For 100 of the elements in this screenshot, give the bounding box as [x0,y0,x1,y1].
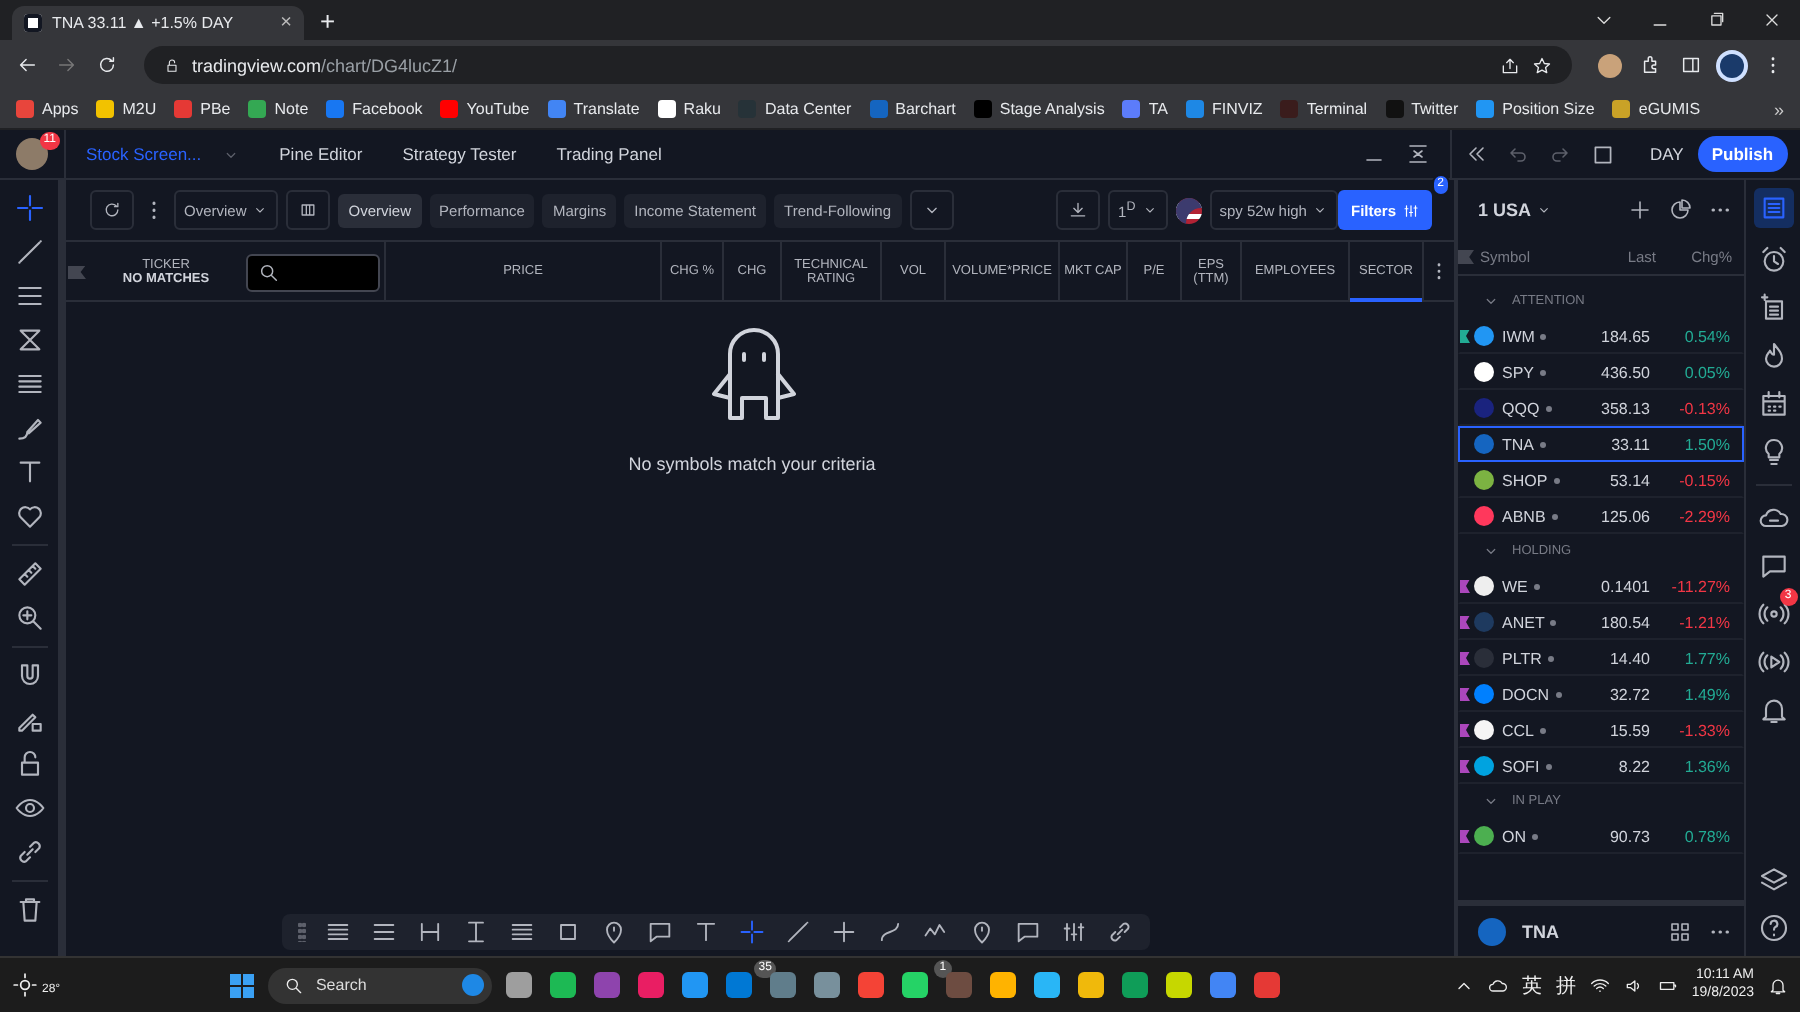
bookmark-link[interactable]: Translate [547,100,640,118]
weather-icon[interactable] [12,972,38,998]
bookmark-link[interactable]: FINVIZ [1185,100,1263,118]
speaker-icon[interactable] [1623,975,1644,995]
play-stream-icon[interactable] [1757,646,1789,678]
bookmark-link[interactable]: YouTube [440,100,530,118]
ruler-icon[interactable] [13,558,45,590]
bell-icon[interactable] [1757,694,1789,726]
crosshair-icon[interactable] [13,192,45,224]
more-bookmarks-button[interactable]: » [1773,99,1784,119]
watchlist-name-dropdown[interactable]: 1 USA [1478,200,1532,220]
app-icon[interactable] [901,972,928,998]
refresh-icon[interactable] [90,190,134,230]
bookmark-link[interactable]: Stage Analysis [973,100,1105,118]
app-icon[interactable] [1033,972,1060,998]
columns-icon[interactable] [286,190,331,230]
app-icon[interactable] [857,972,884,998]
bookmark-link[interactable]: Position Size [1476,100,1595,118]
panel-tab[interactable]: Stock Screen... [66,144,222,164]
zoom-in-icon[interactable] [13,602,45,634]
start-icon[interactable] [229,973,254,997]
crosshair-icon[interactable] [737,918,765,946]
panel-tab[interactable]: Trading Panel [536,144,682,164]
watchlist-row[interactable]: DOCN 32.72 1.49% [1458,676,1744,712]
bracket-icon[interactable] [415,918,443,946]
app-icon[interactable] [1121,972,1148,998]
broadcast-icon[interactable] [1757,598,1789,630]
link-icon[interactable] [13,836,45,868]
app-icon[interactable] [505,972,532,998]
search-field[interactable] [246,253,380,291]
caret-icon[interactable] [1535,202,1552,218]
add-symbol-icon[interactable] [1628,198,1652,222]
reload-icon[interactable] [96,54,118,76]
app-icon[interactable] [813,972,840,998]
watchlist-row[interactable]: SPY 436.50 0.05% [1458,354,1744,390]
watchlist-row[interactable]: ON 90.73 0.78% [1458,818,1744,854]
help-icon[interactable] [1757,912,1789,944]
address-field[interactable]: tradingview.com/chart/DG4lucZ1/ [144,46,1572,84]
curve-icon[interactable] [875,918,903,946]
bookmark-link[interactable]: Twitter [1385,100,1459,118]
comment-icon[interactable] [645,918,673,946]
publish-button[interactable]: Publish [1697,136,1788,172]
input-method-indicator[interactable]: 英 [1521,971,1542,999]
plus-icon[interactable] [829,918,857,946]
bookmark-link[interactable]: Note [248,100,309,118]
avatar[interactable] [16,138,48,170]
bookmark-link[interactable]: M2U [96,100,157,118]
close-tab-button[interactable]: × [280,12,292,34]
watchlist-row[interactable]: CCL 15.59 -1.33% [1458,712,1744,748]
bookmark-link[interactable]: Barchart [869,100,956,118]
back-icon[interactable] [16,54,38,76]
bookmark-link[interactable]: Apps [16,100,79,118]
download-icon[interactable] [1056,190,1101,230]
callout-icon[interactable] [1013,918,1041,946]
add-list-icon[interactable] [1757,292,1789,324]
watchlist-row[interactable]: ANET 180.54 -1.21% [1458,604,1744,640]
app-icon[interactable] [989,972,1016,998]
grid-icon[interactable] [1668,919,1692,943]
drag-handle-icon[interactable] [297,922,305,942]
app-icon[interactable] [681,972,708,998]
cloud-icon[interactable] [1487,975,1508,995]
calendar-icon[interactable] [1757,388,1789,420]
bookmark-link[interactable]: Raku [657,100,721,118]
bookmark-link[interactable]: Facebook [326,100,423,118]
text-tool-icon[interactable] [691,918,719,946]
bookmark-link[interactable]: Terminal [1280,100,1368,118]
extensions-icon[interactable] [1640,54,1662,76]
redo-icon[interactable] [1548,142,1572,166]
watchlist-row[interactable]: SOFI 8.22 1.36% [1458,748,1744,784]
profile-avatar[interactable] [1720,53,1744,77]
search-field[interactable]: Search [267,967,492,1003]
watchlist-icon[interactable] [1753,188,1793,228]
side-panel-icon[interactable] [1680,54,1702,76]
chat-icon[interactable] [1757,550,1789,582]
watchlist-row[interactable]: WE 0.1401 -11.27% [1458,568,1744,604]
panel-tab[interactable]: Strategy Tester [382,144,537,164]
bookmark-link[interactable]: Data Center [738,100,852,118]
undo-icon[interactable] [1506,142,1530,166]
collapse-panel-icon[interactable] [1406,142,1430,166]
timeframe-button[interactable]: DAY [1650,144,1684,164]
panel-tab[interactable]: Pine Editor [259,144,383,164]
app-icon[interactable] [549,972,576,998]
lines-icon[interactable] [369,918,397,946]
layers-icon[interactable] [1757,864,1789,896]
forward-icon[interactable] [56,54,78,76]
alarm-clock-icon[interactable] [1757,244,1789,276]
link-icon[interactable] [1105,918,1133,946]
wifi-icon[interactable] [1589,975,1610,995]
sliders-icon[interactable] [1059,918,1087,946]
layout-icon[interactable] [1590,141,1616,167]
browser-tab[interactable]: TNA 33.11 ▲ +1.5% DAY × [12,6,304,40]
bookmark-link[interactable]: TA [1122,100,1168,118]
notifications-icon[interactable] [1768,975,1789,995]
extension-icon[interactable] [1598,53,1622,77]
rewind-icon[interactable] [1464,142,1488,166]
watchlist-row[interactable]: IWM 184.65 0.54% [1458,318,1744,354]
new-tab-button[interactable]: + [320,8,336,36]
watchlist-row[interactable]: ABNB 125.06 -2.29% [1458,498,1744,534]
trend-line-icon[interactable] [13,236,45,268]
share-icon[interactable] [1500,55,1520,75]
